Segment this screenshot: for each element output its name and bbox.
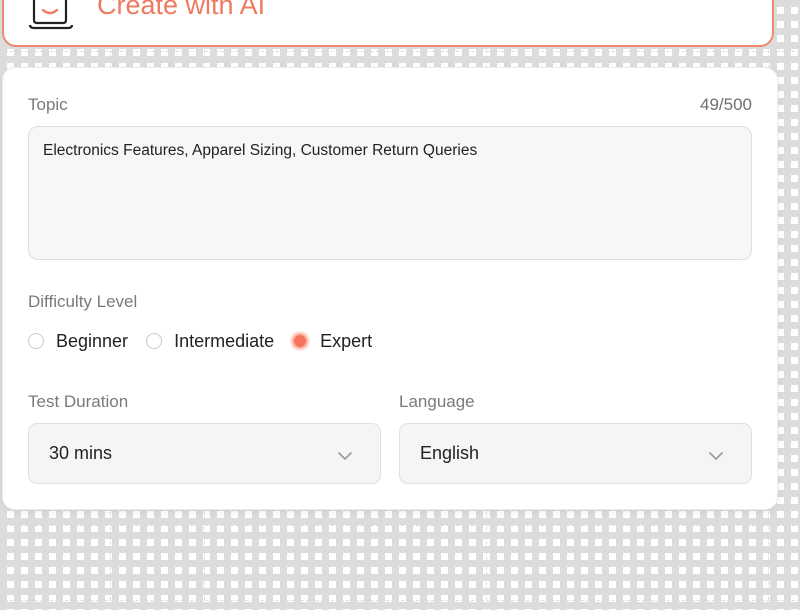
topic-label: Topic [28, 95, 68, 114]
language-select[interactable]: English [399, 423, 752, 484]
magic-hat-icon [28, 0, 74, 30]
difficulty-radio-group: Beginner Intermediate Expert [28, 330, 390, 352]
difficulty-option-expert[interactable]: Expert [292, 331, 372, 352]
test-duration-value: 30 mins [49, 443, 113, 463]
radio-button-beginner[interactable] [28, 333, 44, 349]
radio-label-intermediate: Intermediate [174, 330, 275, 351]
difficulty-level-label: Difficulty Level [28, 292, 138, 311]
radio-label-expert: Expert [320, 330, 373, 351]
test-duration-select[interactable]: 30 mins [28, 423, 381, 484]
banner-title: Create with AI [97, 0, 266, 20]
radio-button-expert[interactable] [292, 333, 309, 349]
background-grid-line [0, 51, 800, 52]
language-label: Language [399, 392, 475, 411]
language-value: English [420, 443, 480, 463]
create-test-form-card: Topic 49/500 Electronics Features, Appar… [3, 68, 777, 509]
radio-label-beginner: Beginner [56, 330, 129, 351]
background-grid-line [0, 600, 800, 601]
difficulty-option-intermediate[interactable]: Intermediate [146, 331, 274, 352]
chevron-down-icon [709, 448, 723, 460]
difficulty-option-beginner[interactable]: Beginner [28, 331, 128, 352]
topic-textarea[interactable]: Electronics Features, Apparel Sizing, Cu… [28, 126, 752, 260]
radio-button-intermediate[interactable] [146, 333, 163, 349]
background-grid-line [0, 525, 800, 526]
create-with-ai-banner[interactable]: Create with AI [2, 0, 774, 47]
chevron-down-icon [338, 448, 352, 460]
test-duration-label: Test Duration [28, 392, 129, 411]
topic-character-counter: 49/500 [700, 95, 752, 114]
